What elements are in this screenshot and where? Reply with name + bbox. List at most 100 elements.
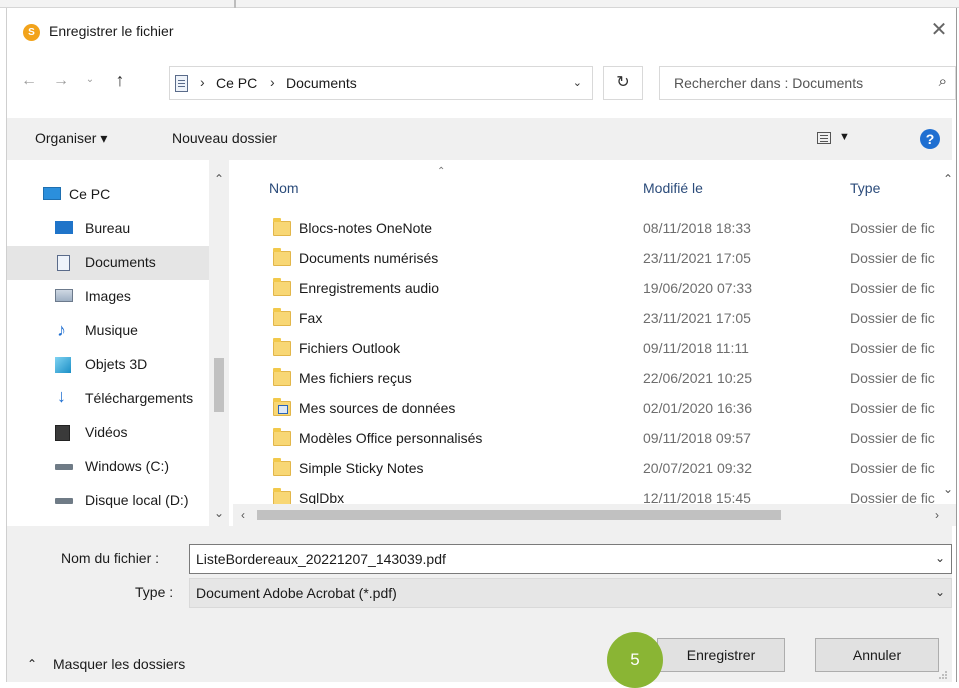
search-box[interactable]: Rechercher dans : Documents ⌕ bbox=[659, 66, 956, 100]
cancel-button[interactable]: Annuler bbox=[815, 638, 939, 672]
column-header-modified[interactable]: Modifié le bbox=[643, 180, 703, 196]
table-row[interactable]: Mes fichiers reçus 22/06/2021 10:25 Doss… bbox=[253, 364, 943, 394]
videos-icon bbox=[55, 425, 70, 441]
folder-icon bbox=[273, 248, 291, 266]
file-type: Dossier de fic bbox=[850, 400, 935, 416]
view-options-chevron-icon[interactable]: ▼ bbox=[839, 131, 850, 143]
file-modified: 23/11/2021 17:05 bbox=[643, 250, 751, 266]
file-modified: 09/11/2018 09:57 bbox=[643, 430, 751, 446]
table-row[interactable]: Mes sources de données 02/01/2020 16:36 … bbox=[253, 394, 943, 424]
sidebar-item-documents[interactable]: Documents bbox=[7, 246, 209, 280]
file-type: Dossier de fic bbox=[850, 220, 935, 236]
sidebar-item-label: Objets 3D bbox=[85, 356, 148, 372]
file-name: Mes fichiers reçus bbox=[299, 370, 412, 386]
table-row[interactable]: Modèles Office personnalisés 09/11/2018 … bbox=[253, 424, 943, 454]
file-name: Simple Sticky Notes bbox=[299, 460, 424, 476]
file-name: Blocs-notes OneNote bbox=[299, 220, 433, 236]
sidebar-item-telechargements[interactable]: ↓ Téléchargements bbox=[7, 382, 209, 416]
navigation-pane: Ce PC Bureau Documents Images ♪ Musique … bbox=[7, 160, 233, 526]
sidebar-item-label: Images bbox=[85, 288, 131, 304]
chevron-down-icon[interactable]: ⌄ bbox=[935, 551, 945, 565]
refresh-icon[interactable]: ↻ bbox=[603, 66, 643, 100]
table-row[interactable]: Fax 23/11/2021 17:05 Dossier de fic bbox=[253, 304, 943, 334]
search-placeholder: Rechercher dans : Documents bbox=[674, 75, 864, 91]
drive-c-icon bbox=[55, 464, 73, 470]
scroll-right-icon[interactable]: › bbox=[935, 508, 939, 522]
sidebar-item-objets-3d[interactable]: Objets 3D bbox=[7, 348, 209, 382]
scrollbar-thumb[interactable] bbox=[257, 510, 781, 520]
title-bar[interactable]: S Enregistrer le fichier ✕ bbox=[7, 8, 956, 52]
column-header-name[interactable]: Nom bbox=[269, 180, 299, 196]
scroll-left-icon[interactable]: ‹ bbox=[241, 508, 245, 522]
file-type-select[interactable]: Document Adobe Acrobat (*.pdf) ⌄ bbox=[189, 578, 952, 608]
sidebar-item-musique[interactable]: ♪ Musique bbox=[7, 314, 209, 348]
3d-objects-icon bbox=[55, 357, 71, 373]
folder-icon bbox=[273, 458, 291, 476]
file-name: Enregistrements audio bbox=[299, 280, 440, 296]
filename-label: Nom du fichier : bbox=[61, 550, 160, 566]
step-badge: 5 bbox=[607, 632, 663, 688]
background-window-edge bbox=[0, 0, 959, 8]
scroll-up-icon[interactable]: ⌃ bbox=[214, 172, 224, 186]
organize-menu-button[interactable]: Organiser ▾ bbox=[35, 130, 107, 147]
new-folder-button[interactable]: Nouveau dossier bbox=[172, 130, 277, 146]
sidebar-item-videos[interactable]: Vidéos bbox=[7, 416, 209, 450]
breadcrumb-separator: › bbox=[270, 74, 275, 90]
file-type: Dossier de fic bbox=[850, 370, 935, 386]
back-arrow-icon[interactable]: ← bbox=[19, 72, 39, 90]
recent-locations-icon[interactable]: ⌄ bbox=[83, 74, 97, 85]
table-row[interactable]: Documents numérisés 23/11/2021 17:05 Dos… bbox=[253, 244, 943, 274]
file-name: Modèles Office personnalisés bbox=[299, 430, 483, 446]
downloads-icon: ↓ bbox=[57, 386, 66, 406]
filename-field[interactable]: ListeBordereaux_20221207_143039.pdf ⌄ bbox=[189, 544, 952, 574]
file-type: Dossier de fic bbox=[850, 250, 935, 266]
file-list-horizontal-scrollbar[interactable]: ‹ › bbox=[233, 504, 956, 526]
forward-arrow-icon[interactable]: → bbox=[51, 72, 71, 90]
table-row[interactable]: Blocs-notes OneNote 08/11/2018 18:33 Dos… bbox=[253, 214, 943, 244]
table-row[interactable]: Fichiers Outlook 09/11/2018 11:11 Dossie… bbox=[253, 334, 943, 364]
sidebar-item-disque-local-d[interactable]: Disque local (D:) bbox=[7, 484, 209, 518]
search-icon[interactable]: ⌕ bbox=[939, 73, 947, 90]
file-type: Dossier de fic bbox=[850, 310, 935, 326]
sidebar-item-bureau[interactable]: Bureau bbox=[7, 212, 209, 246]
file-list-vertical-scrollbar[interactable]: ⌃ ⌄ bbox=[940, 160, 956, 504]
table-row[interactable]: Enregistrements audio 19/06/2020 07:33 D… bbox=[253, 274, 943, 304]
file-name: Mes sources de données bbox=[299, 400, 456, 416]
dialog-title: Enregistrer le fichier bbox=[49, 23, 174, 39]
app-logo-icon: S bbox=[23, 24, 40, 41]
table-row[interactable]: Simple Sticky Notes 20/07/2021 09:32 Dos… bbox=[253, 454, 943, 484]
view-options-icon[interactable] bbox=[817, 132, 831, 144]
chevron-up-icon[interactable]: ⌃ bbox=[27, 657, 37, 671]
music-icon: ♪ bbox=[57, 320, 66, 340]
file-name: Fichiers Outlook bbox=[299, 340, 401, 356]
column-header-type[interactable]: Type bbox=[850, 180, 880, 196]
hide-folders-button[interactable]: Masquer les dossiers bbox=[53, 656, 185, 672]
scroll-down-icon[interactable]: ⌄ bbox=[214, 506, 224, 520]
file-type: Dossier de fic bbox=[850, 430, 935, 446]
drive-d-icon bbox=[55, 498, 73, 504]
save-button[interactable]: Enregistrer bbox=[657, 638, 785, 672]
scroll-down-icon[interactable]: ⌄ bbox=[943, 482, 953, 496]
navigation-scrollbar[interactable]: ⌃ ⌄ bbox=[209, 160, 229, 526]
folder-icon bbox=[273, 368, 291, 386]
breadcrumb-documents[interactable]: Documents bbox=[286, 75, 357, 91]
help-icon[interactable]: ? bbox=[920, 129, 940, 149]
chevron-down-icon[interactable]: ⌄ bbox=[573, 76, 582, 89]
close-icon[interactable]: ✕ bbox=[927, 18, 951, 42]
folder-icon bbox=[273, 308, 291, 326]
save-options-panel: Nom du fichier : ListeBordereaux_2022120… bbox=[7, 526, 952, 688]
breadcrumb-separator: › bbox=[200, 74, 205, 90]
scrollbar-thumb[interactable] bbox=[214, 358, 224, 412]
sidebar-item-ce-pc[interactable]: Ce PC bbox=[7, 178, 209, 212]
images-icon bbox=[55, 289, 73, 302]
sidebar-item-images[interactable]: Images bbox=[7, 280, 209, 314]
address-bar[interactable]: › Ce PC › Documents ⌄ bbox=[169, 66, 593, 100]
save-file-dialog: S Enregistrer le fichier ✕ ← → ⌄ ↑ › Ce … bbox=[6, 8, 957, 688]
up-arrow-icon[interactable]: ↑ bbox=[109, 70, 131, 91]
computer-icon bbox=[43, 187, 61, 200]
sidebar-item-windows-c[interactable]: Windows (C:) bbox=[7, 450, 209, 484]
scroll-up-icon[interactable]: ⌃ bbox=[943, 172, 953, 186]
chevron-down-icon[interactable]: ⌄ bbox=[935, 585, 945, 599]
resize-grip-icon[interactable] bbox=[938, 670, 948, 680]
breadcrumb-ce-pc[interactable]: Ce PC bbox=[216, 75, 257, 91]
